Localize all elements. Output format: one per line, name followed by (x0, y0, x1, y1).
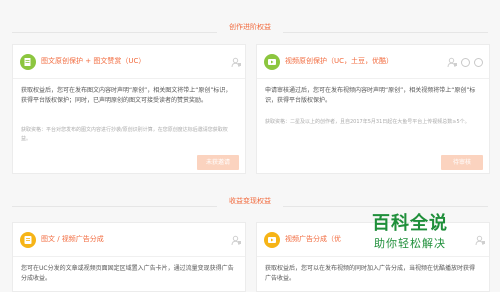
section-title-creation: 创作进阶权益 (229, 23, 271, 31)
header-divider (13, 78, 245, 79)
card-header: 图文 / 视频广告分成 (13, 223, 245, 257)
card-article-video-ad-share: 图文 / 视频广告分成 您可在UC分发的文章或视频页面固定区域置入广告卡片，通过… (12, 222, 246, 292)
watermark: 百科全说 助你轻松解决 (354, 213, 466, 251)
card-description: 申请审核通过后，您可在发布视频内容时声明“原创”，相关视频将带上“原创”标识，获… (265, 87, 476, 104)
card-description: 获取权益后，您可在发布图文内容时声明“原创”，相关图文将带上“原创”标识，获得平… (21, 87, 232, 104)
card-header: 视频原创保护（UC，土豆，优酷） (257, 45, 489, 79)
watermark-main: 百科全说 (372, 213, 448, 234)
section-divider-left (12, 32, 217, 33)
card-title: 视频原创保护（UC，土豆，优酷） (285, 57, 394, 65)
info-circle-icon[interactable] (461, 58, 470, 67)
document-ad-icon (20, 232, 36, 248)
section-title-monetization: 收益变现权益 (229, 197, 271, 205)
section-divider-right (283, 206, 488, 207)
card-title: 图文 / 视频广告分成 (41, 235, 104, 243)
card-description: 获取权益后，您可以在发布视频的同时加入广告分成，当视频在优酷播放时获得广告收益。 (265, 265, 476, 282)
video-ad-icon (264, 232, 280, 248)
user-lock-icon (447, 57, 457, 68)
card-article-original-protection: 图文原创保护 + 图文赞赏（UC） 获取权益后，您可在发布图文内容时声明“原创”… (12, 44, 246, 174)
card-description: 您可在UC分发的文章或视频页面固定区域置入广告卡片，通过流量变现获得广告分成收益… (21, 265, 234, 282)
eligibility-note: 获取资格：平台对您发布的图文内容进行抄袭/原创识别计算，在您原创度达标后邀请您获… (21, 127, 228, 142)
user-lock-icon (475, 235, 485, 246)
card-header: 图文原创保护 + 图文赞赏（UC） (13, 45, 245, 79)
header-divider (257, 78, 489, 79)
video-shield-icon (264, 54, 280, 70)
watermark-sub: 助你轻松解决 (374, 237, 446, 250)
header-divider (13, 256, 245, 257)
eligibility-note: 获取资格：二星及以上的创作者，且自2017年5月31日起在大鱼号平台上传视频总数… (265, 119, 470, 125)
document-shield-icon (20, 54, 36, 70)
card-title: 视频广告分成（优 (285, 235, 341, 243)
user-lock-icon (231, 235, 241, 246)
pending-review-button[interactable]: 待审核 (441, 155, 483, 170)
user-lock-icon (231, 57, 241, 68)
not-invited-button[interactable]: 未获邀请 (197, 155, 239, 170)
section-divider-right (283, 32, 488, 33)
header-divider (257, 256, 489, 257)
section-divider-left (12, 206, 217, 207)
card-title: 图文原创保护 + 图文赞赏（UC） (41, 57, 146, 65)
more-circle-icon[interactable] (474, 58, 483, 67)
card-video-original-protection: 视频原创保护（UC，土豆，优酷） 申请审核通过后，您可在发布视频内容时声明“原创… (256, 44, 490, 174)
